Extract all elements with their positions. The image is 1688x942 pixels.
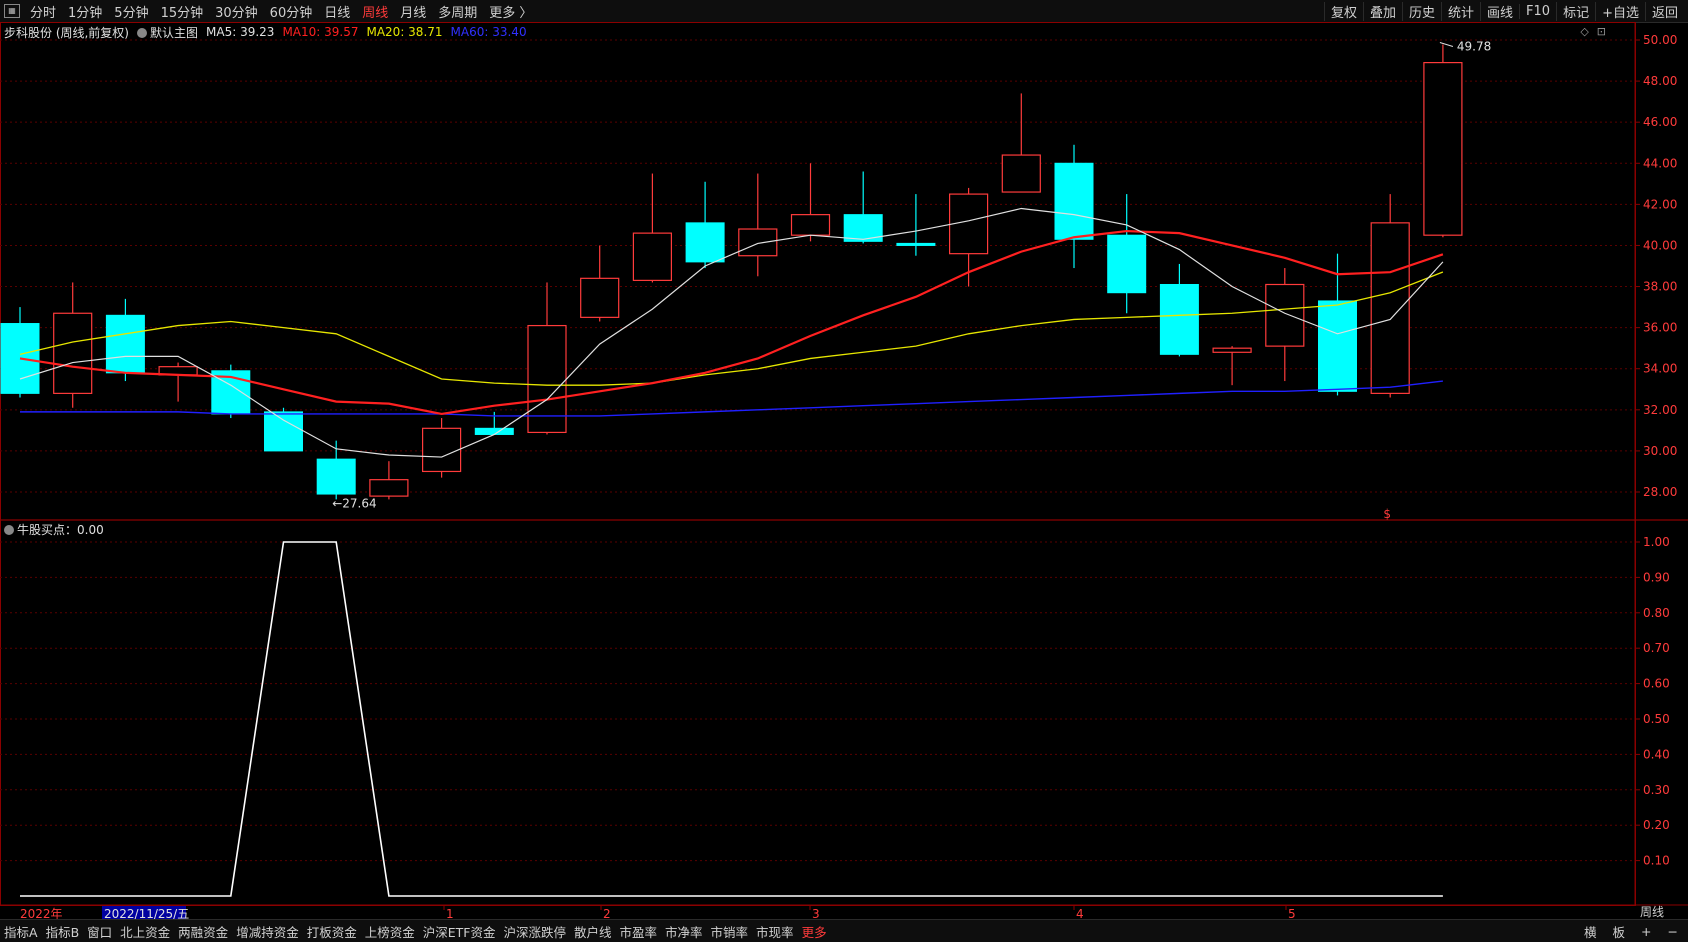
y-tick-label: 34.00 <box>1643 362 1677 376</box>
candle-body <box>1370 222 1410 394</box>
y-tick-label: 30.00 <box>1643 444 1677 458</box>
indicator-tab[interactable]: 市盈率 <box>616 922 662 941</box>
layout-control-button[interactable]: 板 <box>1609 922 1630 941</box>
candle-body <box>738 228 778 257</box>
indicator-tab[interactable]: 更多 <box>798 922 831 941</box>
indicator-tab[interactable]: 指标A <box>0 922 42 941</box>
candle-body <box>685 222 725 263</box>
indicator-tab[interactable]: 市现率 <box>752 922 798 941</box>
indicator-tab[interactable]: 沪深涨跌停 <box>499 922 570 941</box>
candle-body <box>1265 283 1305 347</box>
y-tick-label: 0.30 <box>1643 783 1670 797</box>
indicator-tabs: 指标A 指标B 窗口 北上资金 两融资金 增减持资金 打板资金 上榜资金 沪深ETF资金 沪深涨跌… <box>0 922 831 941</box>
y-tick-label: 28.00 <box>1643 485 1677 499</box>
y-tick-label: 1.00 <box>1643 535 1670 549</box>
candle-body <box>105 314 145 374</box>
indicator-tab[interactable]: 增减持资金 <box>232 922 303 941</box>
y-tick-label: 0.50 <box>1643 712 1670 726</box>
y-tick-label: 40.00 <box>1643 238 1677 252</box>
indicator-tab[interactable]: 沪深ETF资金 <box>419 922 500 941</box>
candle-body <box>474 427 514 435</box>
candle-body <box>369 479 409 497</box>
candle-body <box>1212 347 1252 353</box>
high-price-label: 49.78 <box>1457 40 1491 54</box>
layout-control-button[interactable]: 横 <box>1580 922 1601 941</box>
layout-control-button[interactable]: − <box>1664 924 1682 939</box>
y-tick-label: 0.90 <box>1643 570 1670 584</box>
signal-marker: $ <box>1383 507 1391 521</box>
candle-body <box>1107 234 1147 294</box>
y-tick-label: 0.70 <box>1643 641 1670 655</box>
high-marker <box>1439 42 1454 47</box>
kline-chart[interactable]: 28.00 30.00 32.00 34.00 36.00 38.00 40.00 42.00… <box>0 0 1688 941</box>
plot-frame <box>0 22 1636 906</box>
y-tick-label: 0.20 <box>1643 818 1670 832</box>
indicator-tab[interactable]: 上榜资金 <box>361 922 419 941</box>
candle-body <box>632 232 673 281</box>
candle-body <box>1054 162 1094 240</box>
y-tick-label: 32.00 <box>1643 403 1677 417</box>
layout-control-button[interactable]: + <box>1637 924 1655 939</box>
indicator-tab[interactable]: 散户线 <box>570 922 616 941</box>
candle-body <box>422 427 462 473</box>
bottom-controls: 横板 + − <box>1580 920 1682 942</box>
candle-body <box>580 277 620 318</box>
y-tick-label: 0.80 <box>1643 606 1670 620</box>
indicator-tab[interactable]: 两融资金 <box>174 922 232 941</box>
candle-body <box>1001 154 1041 193</box>
y-tick-label: 0.60 <box>1643 677 1670 691</box>
indicator-bar: 指标A 指标B 窗口 北上资金 两融资金 增减持资金 打板资金 上榜资金 沪深ETF资金 沪深涨跌… <box>0 919 1688 942</box>
indicator-tab[interactable]: 市净率 <box>661 922 707 941</box>
candle-body <box>896 242 936 246</box>
y-tick-label: 44.00 <box>1643 156 1677 170</box>
y-tick-label: 38.00 <box>1643 280 1677 294</box>
y-tick-label: 36.00 <box>1643 321 1677 335</box>
indicator-tab[interactable]: 打板资金 <box>303 922 361 941</box>
low-price-label: ←27.64 <box>332 496 376 510</box>
candle-body <box>790 214 831 236</box>
y-tick-label: 0.10 <box>1643 854 1670 868</box>
indicator-tab[interactable]: 北上资金 <box>116 922 174 941</box>
y-tick-label: 50.00 <box>1643 33 1677 47</box>
y-tick-label: 0.40 <box>1643 747 1670 761</box>
candle-body <box>264 411 303 452</box>
candle-body <box>1318 300 1357 392</box>
candle-body <box>316 458 356 495</box>
y-tick-label: 46.00 <box>1643 115 1677 129</box>
period-label: 周线 <box>1640 905 1665 919</box>
y-tick-label: 42.00 <box>1643 197 1677 211</box>
indicator-tab[interactable]: 指标B <box>42 922 84 941</box>
ma20-line <box>19 271 1444 386</box>
indicator-tab[interactable]: 窗口 <box>83 922 116 941</box>
indicator-tab[interactable]: 市销率 <box>707 922 753 941</box>
y-tick-label: 48.00 <box>1643 74 1677 88</box>
candle-body <box>1159 283 1199 355</box>
candle-body <box>1423 61 1463 236</box>
candle-body <box>53 312 93 394</box>
